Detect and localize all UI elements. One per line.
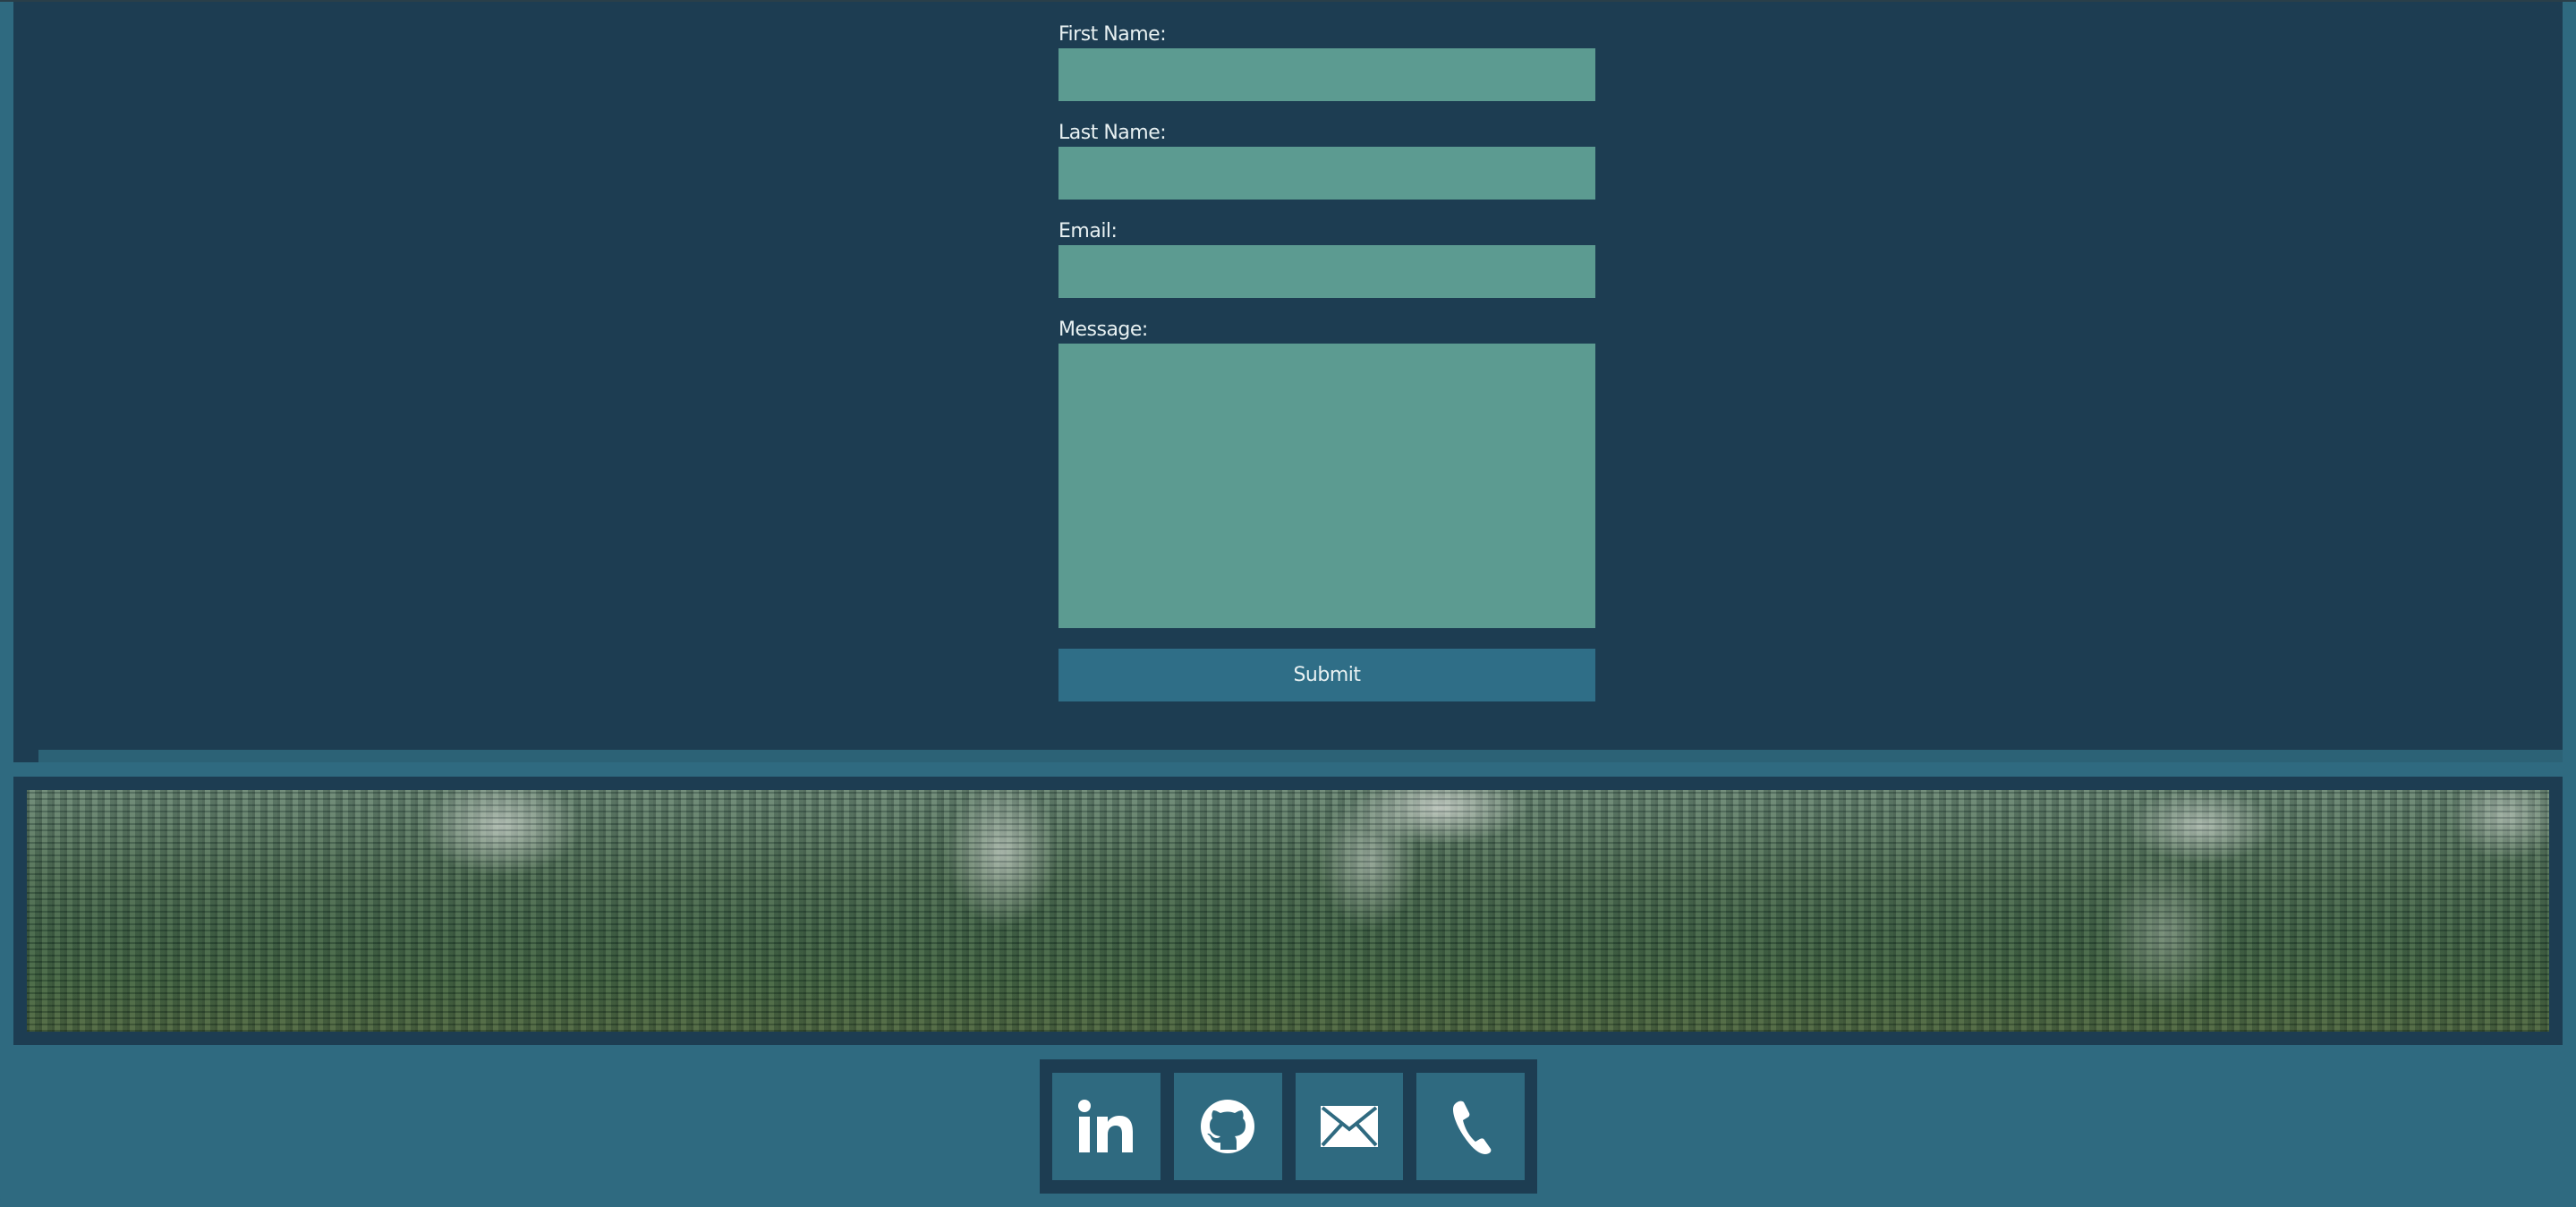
phone-icon xyxy=(1452,1101,1492,1154)
contact-section: First Name: Last Name: Email: Message: S… xyxy=(13,2,2563,762)
social-links-bar xyxy=(1040,1059,1537,1194)
contact-panel: First Name: Last Name: Email: Message: S… xyxy=(38,2,2563,762)
submit-button[interactable]: Submit xyxy=(1058,649,1595,701)
last-name-label: Last Name: xyxy=(1058,122,1167,144)
message-field[interactable] xyxy=(1058,344,1595,628)
first-name-label: First Name: xyxy=(1058,23,1167,46)
github-icon xyxy=(1201,1100,1255,1153)
email-label: Email: xyxy=(1058,220,1118,242)
contact-form: First Name: Last Name: Email: Message: S… xyxy=(1058,21,1595,701)
forest-banner-image xyxy=(27,790,2549,1032)
mail-icon xyxy=(1320,1106,1378,1147)
last-name-field[interactable] xyxy=(1058,147,1595,200)
message-label: Message: xyxy=(1058,319,1148,341)
banner-frame xyxy=(13,777,2563,1045)
linkedin-button[interactable] xyxy=(1052,1073,1160,1180)
first-name-field[interactable] xyxy=(1058,48,1595,101)
github-button[interactable] xyxy=(1173,1073,1282,1180)
page-window: First Name: Last Name: Email: Message: S… xyxy=(0,0,2576,1207)
linkedin-icon xyxy=(1078,1100,1134,1152)
phone-button[interactable] xyxy=(1416,1073,1525,1180)
email-field[interactable] xyxy=(1058,245,1595,298)
email-button[interactable] xyxy=(1295,1073,1404,1180)
